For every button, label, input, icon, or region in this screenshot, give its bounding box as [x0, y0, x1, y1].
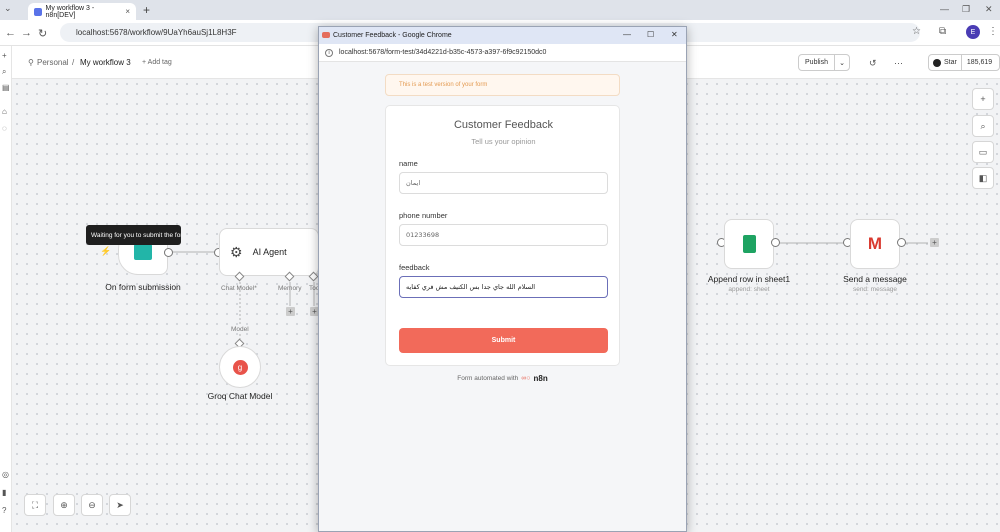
node-send-message[interactable]: M: [850, 219, 900, 269]
site-info-icon[interactable]: i: [325, 49, 333, 57]
add-next-node-button[interactable]: +: [930, 238, 939, 247]
node-append-row[interactable]: [724, 219, 774, 269]
name-label: name: [399, 159, 418, 168]
node-sub-send-message: send: message: [852, 286, 898, 293]
sheets-output-port[interactable]: [771, 238, 780, 247]
node-label-ai-agent: AI Agent: [252, 247, 287, 257]
popup-minimize-icon[interactable]: —: [623, 30, 631, 39]
form-title: Customer Feedback: [453, 119, 554, 131]
popup-title-bar: Customer Feedback - Google Chrome — ☐ ✕: [319, 27, 686, 44]
form-footer: Form automated with ∞○ n8n: [319, 374, 686, 383]
form-card: Customer Feedback Tell us your opinion n…: [385, 105, 620, 366]
n8n-logo-icon: ∞○: [521, 375, 531, 382]
feedback-value: السلام الله جاي جدا بس الكنيف مش فري كفا…: [406, 283, 536, 291]
waiting-tooltip: Waiting for you to submit the form: [86, 225, 181, 245]
gmail-output-port[interactable]: [897, 238, 906, 247]
add-memory-button[interactable]: +: [286, 307, 295, 316]
port-label-memory: Memory: [278, 285, 302, 292]
node-ai-agent[interactable]: ⚙ AI Agent: [219, 228, 319, 276]
port-label-chat-model: Chat Model*: [221, 285, 257, 292]
zoom-out-button[interactable]: ⊖: [81, 494, 103, 516]
google-sheets-icon: [742, 235, 756, 253]
name-field[interactable]: ايمان: [399, 172, 608, 194]
popup-close-icon[interactable]: ✕: [671, 30, 678, 39]
canvas-search-button[interactable]: ⌕: [972, 115, 994, 137]
popup-title: Customer Feedback - Google Chrome: [333, 32, 452, 39]
groq-icon: g: [232, 359, 248, 375]
popup-address-bar[interactable]: i localhost:5678/form-test/34d4221d-b35c…: [319, 44, 686, 62]
popup-maximize-icon[interactable]: ☐: [647, 30, 654, 39]
gmail-icon: M: [867, 234, 883, 253]
phone-value: 01233698: [406, 231, 440, 239]
trigger-bolt-icon: ⚡: [100, 246, 112, 256]
feedback-field[interactable]: السلام الله جاي جدا بس الكنيف مش فري كفا…: [399, 276, 608, 298]
output-port[interactable]: [164, 248, 173, 257]
port-label-tool: Tool: [309, 285, 318, 292]
zoom-in-button[interactable]: ⊕: [53, 494, 75, 516]
add-node-button[interactable]: +: [972, 88, 994, 110]
phone-field[interactable]: 01233698: [399, 224, 608, 246]
node-label-on-form-submission: On form submission: [105, 282, 181, 292]
node-sub-append-row: append: sheet: [728, 286, 770, 293]
popup-url: localhost:5678/form-test/34d4221d-b35c-4…: [339, 49, 547, 56]
node-label-append-row: Append row in sheet1: [707, 274, 791, 284]
sticky-note-button[interactable]: ▭: [972, 141, 994, 163]
form-popup-window: Customer Feedback - Google Chrome — ☐ ✕ …: [318, 26, 687, 532]
footer-text: Form automated with: [457, 375, 519, 382]
node-groq-chat-model[interactable]: g: [219, 346, 261, 388]
n8n-favicon-icon: [322, 32, 330, 38]
feedback-label: feedback: [399, 263, 430, 272]
side-panel-button[interactable]: ◧: [972, 167, 994, 189]
footer-brand[interactable]: n8n: [534, 374, 548, 383]
phone-label: phone number: [399, 211, 448, 220]
test-version-banner: This is a test version of your form: [385, 74, 620, 96]
robot-icon: ⚙: [230, 243, 243, 260]
name-value: ايمان: [406, 179, 421, 187]
node-label-groq: Groq Chat Model: [207, 391, 273, 401]
form-subtitle: Tell us your opinion: [471, 137, 536, 146]
select-tool-button[interactable]: ➤: [109, 494, 131, 516]
fit-view-button[interactable]: ⛶: [24, 494, 46, 516]
node-label-send-message: Send a message: [843, 274, 907, 284]
form-icon: [134, 244, 152, 260]
submit-button[interactable]: Submit: [399, 328, 608, 353]
connector-label-model: Model: [231, 326, 249, 333]
